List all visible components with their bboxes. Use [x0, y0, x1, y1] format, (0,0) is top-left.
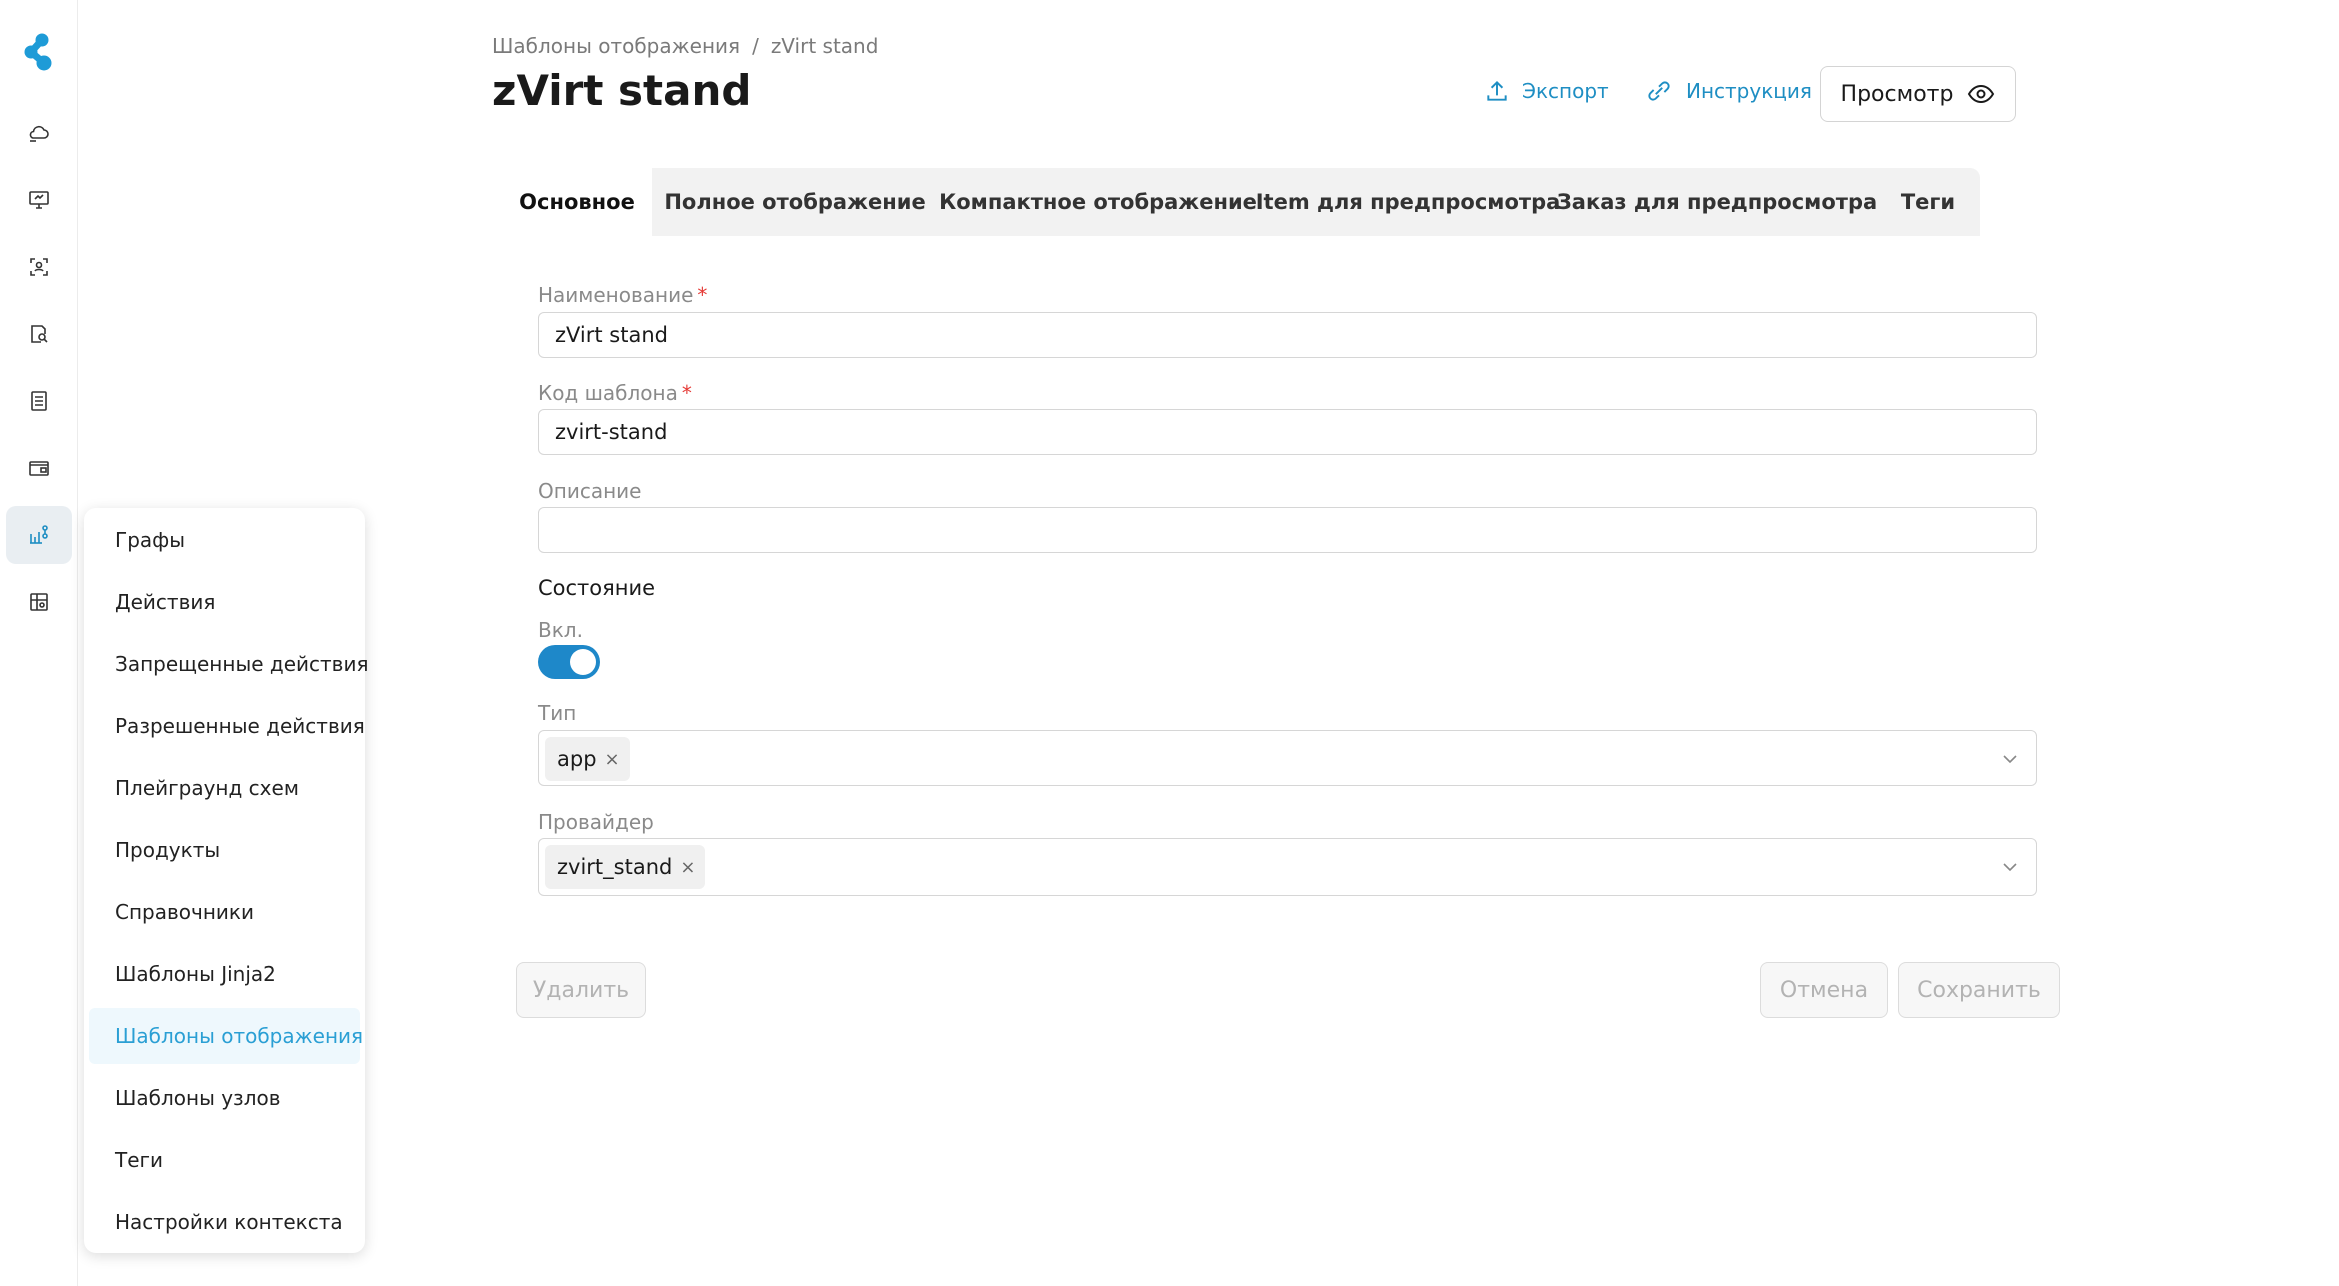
tab-main[interactable]: Основное — [502, 168, 652, 236]
name-field-label: Наименование * — [538, 283, 708, 307]
page-title: zVirt stand — [492, 66, 752, 115]
tab-preview-item[interactable]: Item для предпросмотра — [1256, 168, 1561, 236]
description-input[interactable] — [538, 507, 2037, 553]
menu-item-node-templates[interactable]: Шаблоны узлов — [89, 1070, 360, 1126]
tab-bar: Основное Полное отображение Компактное о… — [502, 168, 1980, 236]
rail-list-button[interactable] — [6, 372, 72, 430]
save-button[interactable]: Сохранить — [1898, 962, 2060, 1018]
menu-item-schema-playground[interactable]: Плейграунд схем — [89, 760, 360, 816]
export-label: Экспорт — [1522, 79, 1609, 103]
cancel-button[interactable]: Отмена — [1760, 962, 1888, 1018]
menu-item-products[interactable]: Продукты — [89, 822, 360, 878]
eye-icon — [1968, 84, 1995, 104]
grid-settings-icon — [30, 593, 48, 611]
breadcrumb-separator: / — [752, 34, 759, 58]
breadcrumb: Шаблоны отображения / zVirt stand — [492, 34, 878, 58]
rail-chart-tree-button[interactable] — [6, 506, 72, 564]
instruction-label: Инструкция — [1686, 79, 1812, 103]
state-section-title: Состояние — [538, 576, 656, 600]
tab-preview-order[interactable]: Заказ для предпросмотра — [1557, 168, 1877, 236]
menu-item-forbidden-actions[interactable]: Запрещенные действия — [89, 636, 369, 692]
chart-tree-icon — [30, 525, 48, 544]
provider-field-label: Провайдер — [538, 810, 654, 834]
type-chip: app × — [545, 737, 630, 781]
menu-item-context-settings[interactable]: Настройки контекста — [89, 1194, 360, 1250]
rail-wallet-button[interactable] — [6, 439, 72, 497]
chevron-down-icon[interactable] — [2000, 857, 2020, 877]
provider-chip-label: zvirt_stand — [557, 855, 673, 879]
menu-item-actions[interactable]: Действия — [89, 574, 360, 630]
enabled-label: Вкл. — [538, 618, 583, 642]
type-field-label: Тип — [538, 701, 577, 725]
tab-tags[interactable]: Теги — [1876, 168, 1980, 236]
code-field-label: Код шаблона * — [538, 381, 692, 405]
provider-select[interactable]: zvirt_stand × — [538, 838, 2037, 896]
instruction-link[interactable]: Инструкция — [1644, 78, 1812, 104]
flyout-menu: Графы Действия Запрещенные действия Разр… — [84, 508, 369, 1253]
menu-item-display-templates[interactable]: Шаблоны отображения — [89, 1008, 363, 1064]
code-input[interactable] — [538, 409, 2037, 455]
monitor-icon — [29, 191, 49, 209]
rail-cloud-button[interactable] — [6, 104, 72, 162]
menu-item-tags[interactable]: Теги — [89, 1132, 360, 1188]
breadcrumb-current: zVirt stand — [770, 34, 879, 58]
wallet-icon — [29, 461, 49, 476]
enabled-toggle[interactable] — [538, 645, 600, 679]
cloud-icon — [29, 125, 49, 142]
rail-document-search-button[interactable] — [6, 305, 72, 363]
menu-item-allowed-actions[interactable]: Разрешенные действия — [89, 698, 365, 754]
chip-remove-icon[interactable]: × — [605, 749, 620, 770]
list-icon — [31, 391, 47, 411]
required-mark: * — [697, 283, 708, 307]
type-chip-label: app — [557, 747, 597, 771]
chip-remove-icon[interactable]: × — [680, 857, 695, 878]
left-rail — [0, 0, 78, 1286]
upload-icon — [1487, 80, 1507, 101]
tab-compact-display[interactable]: Компактное отображение — [938, 168, 1258, 236]
name-input[interactable] — [538, 312, 2037, 358]
tab-full-display[interactable]: Полное отображение — [652, 168, 938, 236]
export-link[interactable]: Экспорт — [1484, 78, 1609, 104]
breadcrumb-parent-link[interactable]: Шаблоны отображения — [492, 34, 740, 58]
type-select[interactable]: app × — [538, 730, 2037, 786]
provider-chip: zvirt_stand × — [545, 845, 706, 889]
app-logo-icon[interactable] — [22, 32, 56, 72]
rail-monitor-button[interactable] — [6, 171, 72, 229]
toggle-knob — [570, 649, 596, 675]
link-icon — [1648, 81, 1670, 101]
preview-button[interactable]: Просмотр — [1820, 66, 2016, 122]
user-frame-icon — [30, 258, 48, 276]
rail-user-frame-button[interactable] — [6, 238, 72, 296]
menu-item-jinja2-templates[interactable]: Шаблоны Jinja2 — [89, 946, 360, 1002]
description-field-label: Описание — [538, 479, 642, 503]
delete-button[interactable]: Удалить — [516, 962, 646, 1018]
preview-label: Просмотр — [1840, 81, 1954, 107]
required-mark: * — [681, 381, 692, 405]
rail-grid-settings-button[interactable] — [6, 573, 72, 631]
menu-item-dictionaries[interactable]: Справочники — [89, 884, 360, 940]
menu-item-graphs[interactable]: Графы — [89, 512, 360, 568]
document-search-icon — [31, 325, 48, 343]
chevron-down-icon[interactable] — [2000, 749, 2020, 769]
